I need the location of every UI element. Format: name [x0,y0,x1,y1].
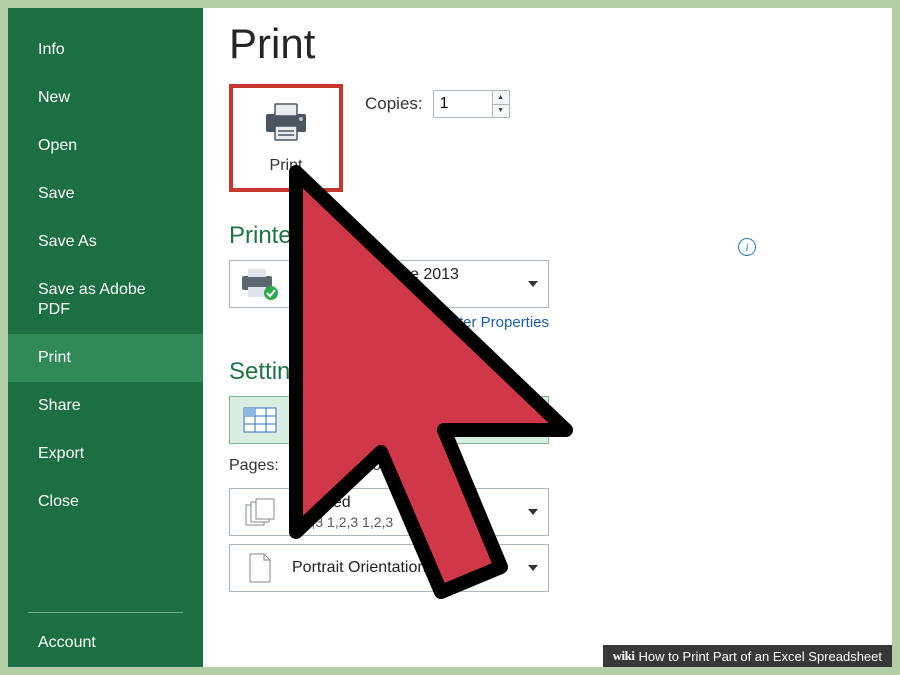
printer-properties-row: Printer Properties [229,314,549,332]
page-title: Print [229,20,868,68]
printer-device-icon [238,267,282,301]
collate-selector[interactable]: Collated 1,2,3 1,2,3 1,2,3 [229,488,549,536]
spinner-down-icon[interactable]: ▼ [341,466,357,479]
sidebar-item-print[interactable]: Print [8,334,203,382]
printer-selector[interactable]: Send To OneNote 2013 Ready [229,260,549,308]
pages-label: Pages: [229,457,279,475]
pages-range-row: Pages: ▲ ▼ to ▲ ▼ [229,452,549,480]
sidebar-item-label: Account [38,634,96,651]
sidebar-item-label: Save as Adobe PDF [38,281,146,318]
sidebar-item-open[interactable]: Open [8,122,203,170]
pages-to-spinner[interactable]: ▲ ▼ [391,452,460,480]
print-action-row: Print Copies: ▲ ▼ [229,84,868,192]
sidebar-item-account[interactable]: Account [8,619,203,667]
sidebar-item-label: Info [38,41,65,58]
collate-line1: Collated [292,494,540,512]
pages-to-label: to [368,457,381,475]
sidebar-item-label: Export [38,445,84,462]
printer-status: Ready [292,286,540,302]
print-what-text: Print Selection Only print the current s… [292,402,540,438]
settings-section-heading: Settings [229,358,868,386]
portrait-page-icon [238,552,282,584]
sidebar-item-close[interactable]: Close [8,478,203,526]
spinner-down-icon[interactable]: ▼ [443,466,459,479]
sidebar-item-label: Share [38,397,81,414]
printer-icon [262,102,310,147]
sidebar-item-label: Print [38,349,71,366]
printer-section-heading: Printer [229,222,868,250]
chevron-down-icon [528,281,538,287]
sidebar-item-label: Save As [38,233,97,250]
sidebar-spacer [8,526,203,612]
spinner-arrows: ▲ ▼ [492,91,509,117]
sidebar-item-label: Close [38,493,79,510]
caption-brand: wiki [613,648,635,664]
copies-input[interactable] [434,91,492,117]
print-button-label: Print [270,157,303,175]
spinner-arrows: ▲ ▼ [340,453,357,479]
print-panel: Print Print [203,8,892,667]
sidebar-item-save-adobe-pdf[interactable]: Save as Adobe PDF [8,266,203,334]
chevron-down-icon [528,565,538,571]
sidebar-item-save[interactable]: Save [8,170,203,218]
printer-properties-link[interactable]: Printer Properties [432,314,549,331]
printer-selector-text: Send To OneNote 2013 Ready [292,266,540,302]
orientation-text: Portrait Orientation [292,559,540,577]
collate-line2: 1,2,3 1,2,3 1,2,3 [292,514,540,530]
chevron-down-icon [528,417,538,423]
sidebar-item-label: New [38,89,70,106]
sidebar-item-export[interactable]: Export [8,430,203,478]
grid-selection-icon [238,407,282,433]
sidebar-item-label: Open [38,137,77,154]
pages-from-spinner[interactable]: ▲ ▼ [289,452,358,480]
wikihow-caption: wiki How to Print Part of an Excel Sprea… [603,645,892,667]
orientation-line1: Portrait Orientation [292,559,540,577]
spinner-arrows: ▲ ▼ [442,453,459,479]
sidebar-divider [28,612,183,613]
caption-text: How to Print Part of an Excel Spreadshee… [638,649,882,664]
orientation-selector[interactable]: Portrait Orientation [229,544,549,592]
spinner-down-icon[interactable]: ▼ [493,104,509,117]
sidebar-item-share[interactable]: Share [8,382,203,430]
copies-spinner[interactable]: ▲ ▼ [433,90,510,118]
sidebar-item-save-as[interactable]: Save As [8,218,203,266]
copies-control: Copies: ▲ ▼ [365,90,510,118]
wikihow-frame: Info New Open Save Save As Save as Adobe… [0,0,900,675]
collated-pages-icon [238,497,282,527]
spinner-up-icon[interactable]: ▲ [493,91,509,104]
collate-text: Collated 1,2,3 1,2,3 1,2,3 [292,494,540,530]
pages-to-input[interactable] [392,453,442,479]
printer-name: Send To OneNote 2013 [292,266,540,284]
sidebar-item-new[interactable]: New [8,74,203,122]
settings-stack: Print Selection Only print the current s… [229,396,868,592]
printer-info-icon[interactable]: i [738,238,756,256]
chevron-down-icon [528,509,538,515]
pages-from-input[interactable] [290,453,340,479]
copies-label: Copies: [365,94,423,114]
print-button[interactable]: Print [229,84,343,192]
spinner-up-icon[interactable]: ▲ [443,453,459,466]
backstage-sidebar: Info New Open Save Save As Save as Adobe… [8,8,203,667]
sidebar-item-label: Save [38,185,74,202]
print-what-line2: Only print the current selecti… [292,422,540,438]
excel-backstage-window: Info New Open Save Save As Save as Adobe… [8,8,892,667]
print-what-selector[interactable]: Print Selection Only print the current s… [229,396,549,444]
print-what-line1: Print Selection [292,402,540,420]
sidebar-item-info[interactable]: Info [8,26,203,74]
spinner-up-icon[interactable]: ▲ [341,453,357,466]
